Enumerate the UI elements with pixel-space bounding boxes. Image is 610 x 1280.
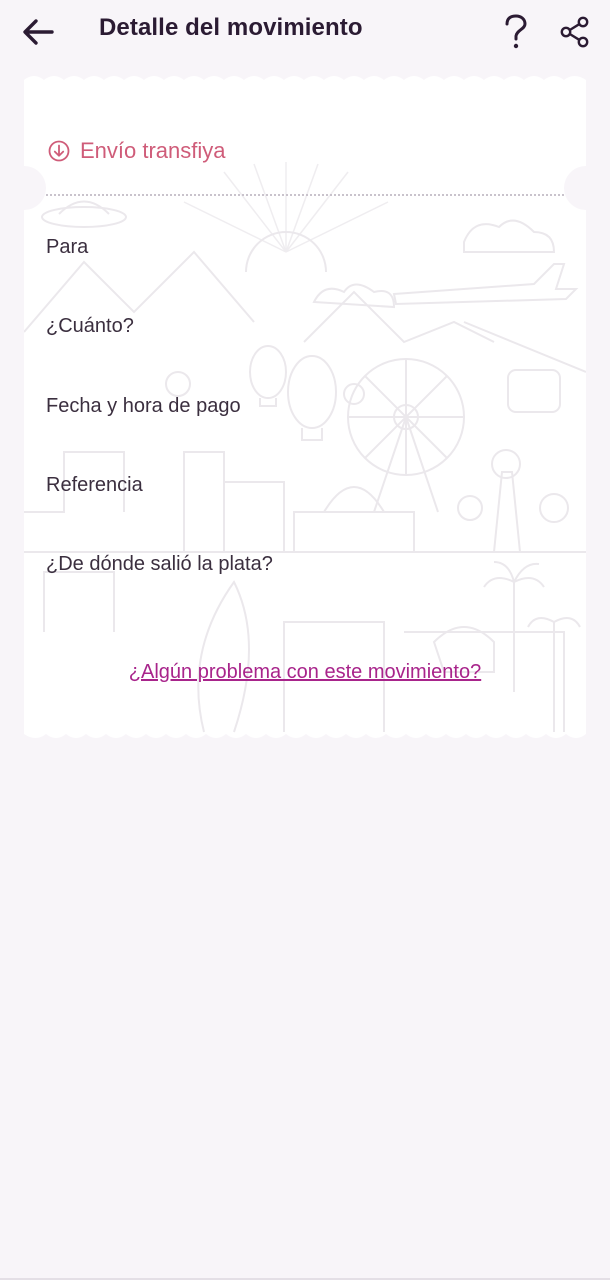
transaction-type: Envío transfiya xyxy=(48,138,226,164)
perforation-divider xyxy=(46,194,564,196)
field-label-para: Para xyxy=(46,236,89,258)
field-label-referencia: Referencia xyxy=(46,474,143,496)
share-icon xyxy=(560,16,589,48)
transaction-type-label: Envío transfiya xyxy=(80,138,226,163)
back-button[interactable] xyxy=(18,12,58,52)
arrow-left-icon xyxy=(23,19,54,45)
field-label-fecha: Fecha y hora de pago xyxy=(46,395,241,417)
share-button[interactable] xyxy=(553,10,597,54)
arrow-down-circle-icon xyxy=(48,140,70,162)
top-app-bar: Detalle del movimiento xyxy=(0,0,610,64)
help-button[interactable] xyxy=(494,10,538,54)
field-label-origen: ¿De dónde salió la plata? xyxy=(46,553,273,575)
question-mark-icon xyxy=(505,14,527,49)
page-title: Detalle del movimiento xyxy=(99,14,363,41)
field-label-cuanto: ¿Cuánto? xyxy=(46,315,134,337)
movement-ticket: Envío transfiya Para ¿Cuánto? Fecha y ho… xyxy=(24,72,586,742)
report-problem-link[interactable]: ¿Algún problema con este movimiento? xyxy=(24,661,586,684)
